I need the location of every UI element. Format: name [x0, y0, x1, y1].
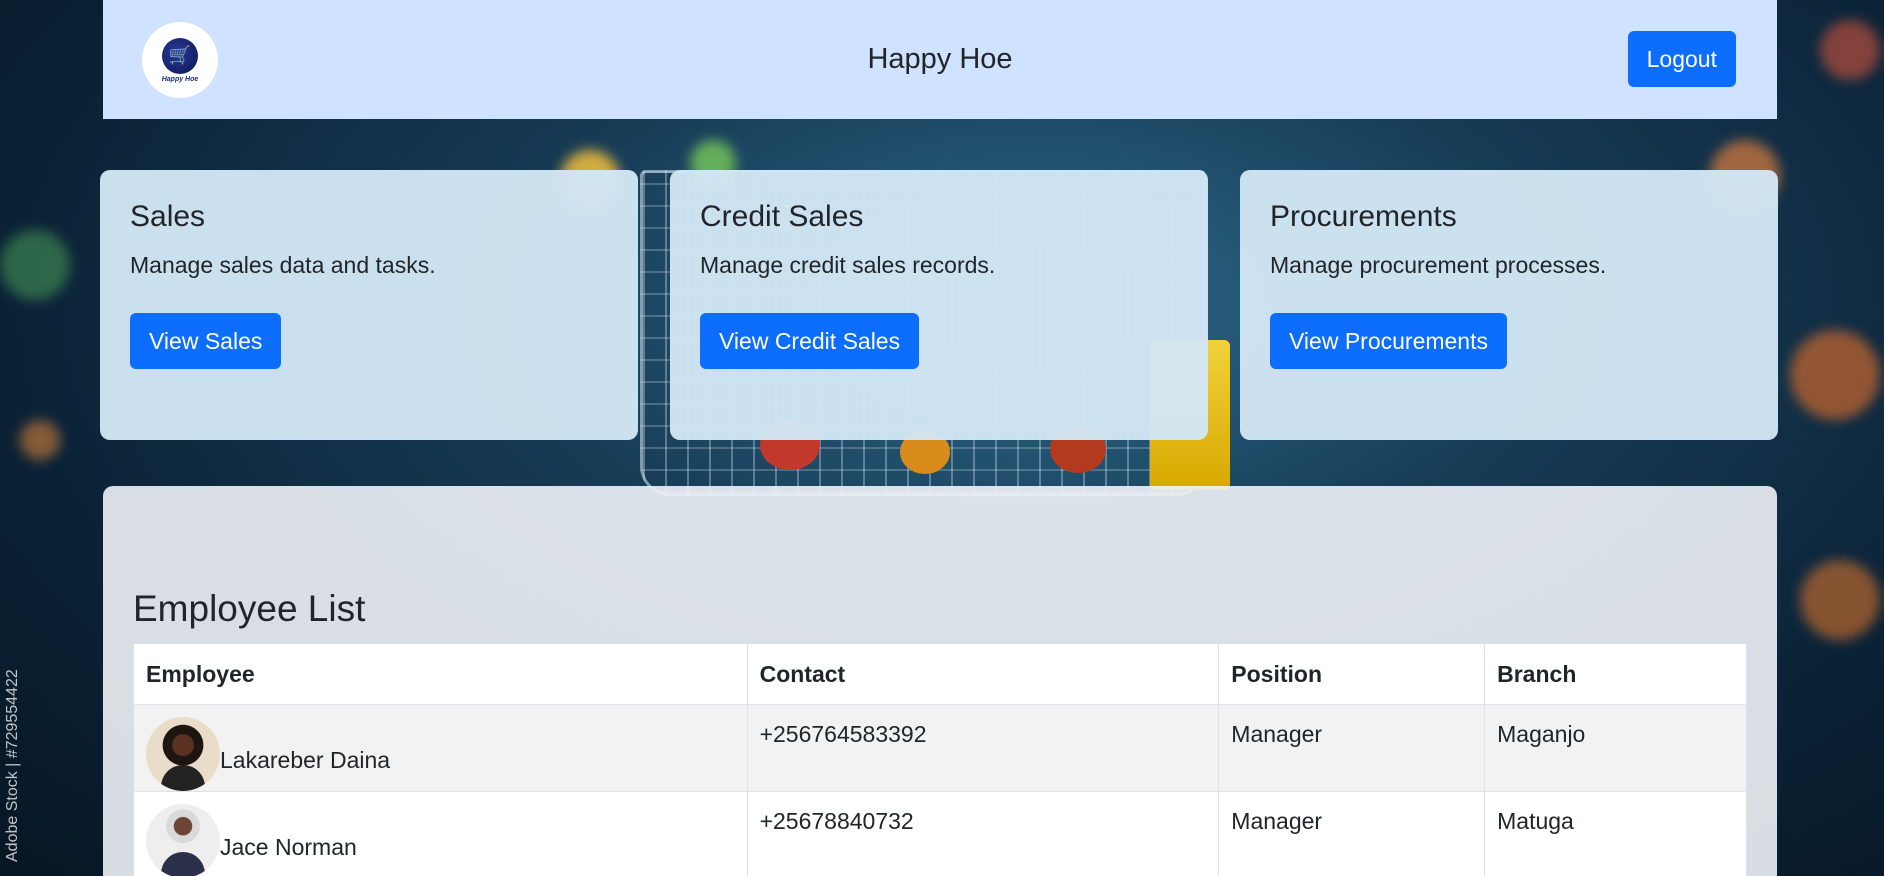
employee-name: Lakareber Daina — [220, 746, 391, 773]
employee-table: Employee Contact Position Branch Lakareb… — [133, 643, 1747, 876]
logout-button[interactable]: Logout — [1627, 31, 1736, 87]
procurements-card: Procurements Manage procurement processe… — [1240, 170, 1778, 440]
employee-cell: Jace Norman — [133, 791, 748, 876]
position-cell: Manager — [1218, 704, 1486, 792]
branch-cell: Matuga — [1484, 791, 1747, 876]
watermark: Adobe Stock | #729554422 — [4, 669, 21, 862]
employee-panel: Employee List Employee Contact Position … — [103, 486, 1777, 876]
table-header-row: Employee Contact Position Branch — [133, 643, 1747, 705]
column-header-employee: Employee — [133, 643, 748, 705]
card-title: Sales — [130, 200, 206, 233]
card-title: Credit Sales — [700, 200, 864, 233]
card-description: Manage sales data and tasks. — [130, 252, 436, 278]
employee-list-heading: Employee List — [133, 588, 366, 629]
column-header-branch: Branch — [1484, 643, 1747, 705]
contact-cell: +256764583392 — [746, 704, 1220, 792]
view-sales-button[interactable]: View Sales — [130, 313, 282, 369]
column-header-contact: Contact — [746, 643, 1220, 705]
position-cell: Manager — [1218, 791, 1486, 876]
employee-cell: Lakareber Daina — [133, 704, 748, 792]
branch-cell: Maganjo — [1484, 704, 1747, 792]
contact-cell: +25678840732 — [746, 791, 1220, 876]
sales-card: Sales Manage sales data and tasks. View … — [100, 170, 638, 440]
avatar — [146, 804, 220, 876]
view-procurements-button[interactable]: View Procurements — [1270, 313, 1507, 369]
card-title: Procurements — [1270, 200, 1457, 233]
employee-name: Jace Norman — [220, 833, 357, 860]
avatar — [146, 717, 220, 791]
card-description: Manage credit sales records. — [700, 252, 996, 278]
view-credit-sales-button[interactable]: View Credit Sales — [700, 313, 920, 369]
logo-text: Happy Hoe — [161, 75, 199, 83]
app-logo[interactable]: 🛒 Happy Hoe — [142, 22, 218, 98]
top-navbar: 🛒 Happy Hoe Happy Hoe Logout — [103, 0, 1777, 119]
credit-sales-card: Credit Sales Manage credit sales records… — [670, 170, 1208, 440]
shopping-cart-icon: 🛒 — [162, 37, 198, 74]
site-title: Happy Hoe — [867, 43, 1013, 75]
column-header-position: Position — [1218, 643, 1486, 705]
table-row[interactable]: Jace Norman +25678840732 Manager Matuga — [133, 791, 1747, 876]
card-description: Manage procurement processes. — [1270, 252, 1607, 278]
table-row[interactable]: Lakareber Daina +256764583392 Manager Ma… — [133, 704, 1747, 792]
